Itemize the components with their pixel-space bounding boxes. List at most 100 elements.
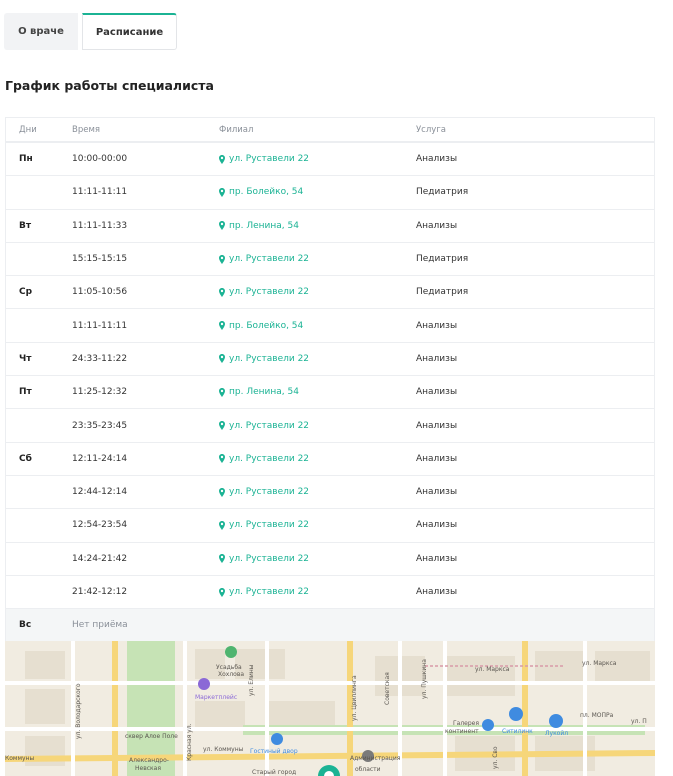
branch-link[interactable]: пр. Болейко, 54 (206, 187, 403, 197)
table-row: Сб 12:11-24:14 ул. Руставели 22 Анализы (6, 441, 654, 475)
location-pin-icon (219, 387, 225, 397)
table-row: Вт 11:11-11:33 пр. Ленина, 54 Анализы (6, 208, 654, 242)
map-label-galereya: Галерея (453, 720, 479, 727)
map-label-citilink: Ситилинк (502, 728, 533, 735)
service-cell: Педиатрия (416, 187, 469, 198)
lukoil-poi-icon (549, 714, 563, 728)
citilink-poi-icon (509, 707, 523, 721)
time-cell: 14:24-21:42 (72, 553, 128, 564)
location-pin-icon (219, 454, 225, 464)
time-cell: 12:44-12:14 (72, 487, 128, 498)
location-pin-icon (219, 154, 225, 164)
table-row: 12:54-23:54 ул. Руставели 22 Анализы (6, 508, 654, 541)
day-cell: Вс (19, 620, 32, 631)
location-pin-icon (219, 321, 225, 331)
service-cell: Анализы (416, 453, 458, 464)
tabs: О враче Расписание (4, 13, 177, 50)
map-label-sovetskaya: Советская (384, 672, 391, 705)
tab-about[interactable]: О враче (4, 13, 78, 50)
time-cell: 11:11-11:11 (72, 320, 128, 331)
header-branch: Филиал (219, 124, 254, 135)
location-pin-icon (219, 187, 225, 197)
location-pin-icon (219, 287, 225, 297)
branch-link[interactable]: пр. Ленина, 54 (206, 387, 403, 397)
day-cell: Ср (19, 287, 33, 298)
service-cell: Анализы (416, 320, 458, 331)
map-label-stary-gorod: Старый город (252, 769, 296, 776)
map-label-admin: Администрация (350, 755, 401, 762)
marketplace-poi-icon (198, 678, 210, 690)
service-cell: Анализы (416, 387, 458, 398)
branch-label: ул. Руставели 22 (229, 453, 310, 464)
location-pin-icon (219, 354, 225, 364)
location-pin-icon (219, 587, 225, 597)
service-cell: Анализы (416, 154, 458, 165)
table-row: 23:35-23:45 ул. Руставели 22 Анализы (6, 408, 654, 441)
map-label-kommuny-left: Коммуны (5, 755, 34, 762)
branch-label: ул. Руставели 22 (229, 553, 310, 564)
branch-link[interactable]: ул. Руставели 22 (206, 554, 403, 564)
map-label-lukoil: Лукойл (545, 730, 568, 737)
branch-link[interactable]: ул. Руставели 22 (206, 520, 403, 530)
table-row: 11:11-11:11 пр. Болейко, 54 Педиатрия (6, 175, 654, 208)
branch-link[interactable]: ул. Руставели 22 (206, 587, 403, 597)
day-cell: Чт (19, 353, 32, 364)
day-cell: Пн (19, 154, 33, 165)
table-body: Пн 10:00-00:00 ул. Руставели 22 Анализы 11:1… (6, 142, 654, 608)
branch-label: ул. Руставели 22 (229, 353, 310, 364)
map-label-usadba: Усадьба (216, 664, 242, 671)
service-cell: Педиатрия (416, 287, 469, 298)
location-pin-icon (219, 520, 225, 530)
branch-label: пр. Ленина, 54 (229, 387, 299, 398)
schedule-table: Дни Время Филиал Услуга Пн 10:00-00:00 ул.… (5, 117, 655, 642)
branch-link[interactable]: ул. Руставели 22 (206, 354, 403, 364)
location-pin-icon (219, 254, 225, 264)
map-label-khokhlova: Хохлова (218, 671, 244, 678)
map-label-nevskaya-2: Невская (135, 765, 161, 772)
map-label-kommuny: ул. Коммуны (203, 746, 244, 753)
time-cell: 11:11-11:11 (72, 187, 128, 198)
section-title: График работы специалиста (5, 78, 214, 93)
branch-link[interactable]: ул. Руставели 22 (206, 421, 403, 431)
table-row: Чт 24:33-11:22 ул. Руставели 22 Анализы (6, 341, 654, 375)
table-row: Пт 11:25-12:32 пр. Ленина, 54 Анализы (6, 375, 654, 408)
map-label-marksa-2: ул. Маркса (582, 660, 617, 667)
table-row: Ср 11:05-10:56 ул. Руставели 22 Педиатрия (6, 275, 654, 308)
service-cell: Анализы (416, 420, 458, 431)
branch-label: пр. Болейко, 54 (229, 320, 304, 331)
service-cell: Анализы (416, 553, 458, 564)
map[interactable]: Усадьба Хохлова Маркетплейс ул. Елины ул… (5, 641, 655, 776)
time-cell: 23:35-23:45 (72, 420, 128, 431)
gostiny-poi-icon (271, 733, 283, 745)
branch-link[interactable]: ул. Руставели 22 (206, 454, 403, 464)
location-pin-icon (219, 421, 225, 431)
day-cell: Вт (19, 220, 32, 231)
tab-schedule[interactable]: Расписание (82, 13, 177, 50)
branch-link[interactable]: ул. Руставели 22 (206, 254, 403, 264)
location-pin-icon (219, 221, 225, 231)
time-cell: 11:11-11:33 (72, 220, 128, 231)
branch-label: ул. Руставели 22 (229, 487, 310, 498)
table-row: 21:42-12:12 ул. Руставели 22 Анализы (6, 574, 654, 608)
branch-link[interactable]: ул. Руставели 22 (206, 487, 403, 497)
time-cell: 11:05-10:56 (72, 287, 128, 298)
time-cell: 21:42-12:12 (72, 587, 128, 597)
table-row: 11:11-11:11 пр. Болейко, 54 Анализы (6, 308, 654, 341)
map-label-volodarskogo: ул. Володарского (75, 683, 82, 739)
branch-link[interactable]: ул. Руставели 22 (206, 154, 403, 164)
branch-label: ул. Руставели 22 (229, 287, 310, 298)
branch-label: ул. Руставели 22 (229, 520, 310, 531)
branch-link[interactable]: ул. Руставели 22 (206, 287, 403, 297)
table-row-empty: Вс Нет приёма (6, 608, 654, 642)
branch-link[interactable]: пр. Ленина, 54 (206, 221, 403, 231)
table-row: Пн 10:00-00:00 ул. Руставели 22 Анализы (6, 142, 654, 175)
location-pin-icon (219, 554, 225, 564)
header-time: Время (72, 124, 100, 135)
map-label-ul-p: ул. П (631, 718, 647, 725)
map-label-mopra: пл. МОПРа (580, 712, 614, 719)
map-label-skver: сквер Алое Поле (125, 733, 178, 740)
map-label-krasnaya: Красная ул. (186, 723, 193, 761)
time-cell: 10:00-00:00 (72, 154, 128, 165)
branch-link[interactable]: пр. Болейко, 54 (206, 321, 403, 331)
time-cell: 15:15-15:15 (72, 254, 128, 265)
